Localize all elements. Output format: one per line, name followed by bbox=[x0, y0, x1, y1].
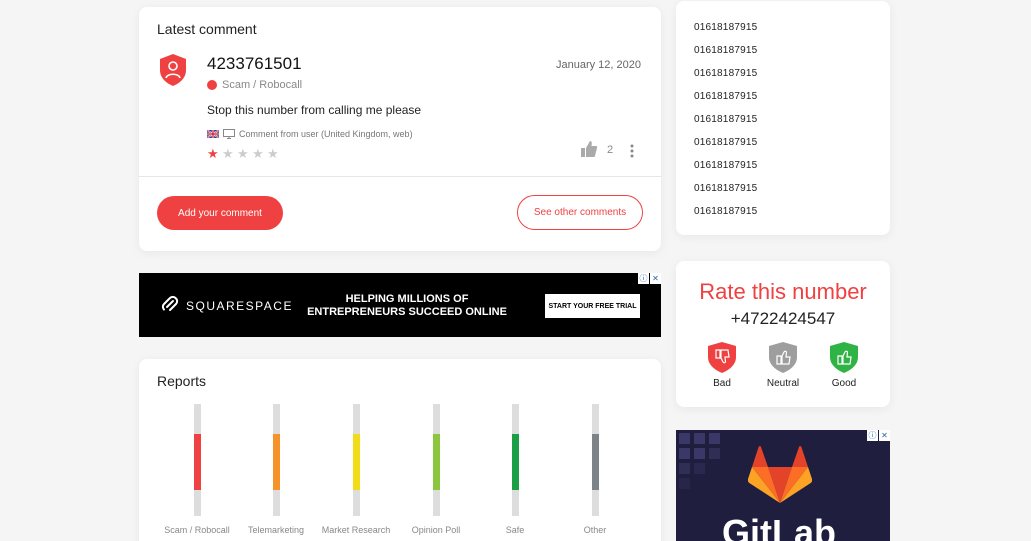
add-comment-button[interactable]: Add your comment bbox=[157, 196, 283, 230]
star-icon: ★ bbox=[237, 146, 250, 161]
ad-headline-line2: ENTREPRENEURS SUCCEED ONLINE bbox=[307, 306, 507, 318]
number-list-item[interactable]: 01618187915 bbox=[694, 160, 757, 183]
report-column: Other bbox=[555, 404, 635, 535]
reports-title: Reports bbox=[157, 373, 207, 389]
report-bar-track bbox=[272, 404, 280, 516]
squarespace-logo-icon bbox=[161, 295, 179, 311]
star-icon: ★ bbox=[267, 146, 280, 161]
rate-bad-button[interactable]: Bad bbox=[697, 341, 747, 389]
report-bar-fill bbox=[591, 434, 599, 490]
ad-info-icon[interactable]: ⓘ bbox=[867, 430, 878, 441]
thumb-down-icon bbox=[708, 342, 736, 373]
comment-category: Scam / Robocall bbox=[222, 79, 303, 91]
thumb-up-icon[interactable] bbox=[580, 140, 598, 158]
report-label: Scam / Robocall bbox=[164, 525, 230, 535]
more-options-icon[interactable] bbox=[627, 143, 637, 159]
number-list-item[interactable]: 01618187915 bbox=[694, 206, 757, 229]
rate-good-label: Good bbox=[831, 378, 857, 389]
gitlab-ad-banner[interactable]: GitLab ⓘ ✕ bbox=[676, 430, 890, 541]
thumb-up-icon bbox=[769, 342, 797, 373]
comment-meta-text: Comment from user (United Kingdom, web) bbox=[239, 129, 413, 139]
decorative-grid-pattern bbox=[679, 433, 720, 489]
ad-choices[interactable]: ⓘ ✕ bbox=[866, 430, 890, 441]
report-bar-fill bbox=[193, 434, 201, 490]
report-bar-track bbox=[193, 404, 201, 516]
report-column: Telemarketing bbox=[236, 404, 316, 535]
report-label: Telemarketing bbox=[247, 525, 305, 535]
rate-number-card: Rate this number +4722424547 Bad Neutral… bbox=[676, 261, 890, 407]
report-bar-track bbox=[432, 404, 440, 516]
like-count: 2 bbox=[607, 144, 614, 156]
rate-neutral-button[interactable]: Neutral bbox=[758, 341, 808, 389]
report-label: Opinion Poll bbox=[411, 525, 461, 535]
report-label: Safe bbox=[505, 525, 525, 535]
monitor-icon bbox=[223, 129, 235, 139]
ad-headline-line1: HELPING MILLIONS OF bbox=[345, 293, 469, 305]
user-shield-icon bbox=[160, 54, 186, 86]
rate-phone-number: +4722424547 bbox=[730, 309, 836, 328]
ad-brand-name: SQUARESPACE bbox=[186, 299, 293, 313]
comment-date: January 12, 2020 bbox=[555, 59, 641, 71]
report-bar-track bbox=[511, 404, 519, 516]
number-list-item[interactable]: 01618187915 bbox=[694, 45, 757, 68]
report-bar-fill bbox=[272, 434, 280, 490]
numbers-list-card: 01618187915 01618187915 01618187915 0161… bbox=[676, 1, 890, 235]
rate-good-button[interactable]: Good bbox=[819, 341, 869, 389]
latest-comment-card: Latest comment 4233761501 January 12, 20… bbox=[139, 7, 661, 251]
report-bar-track bbox=[352, 404, 360, 516]
report-bar-fill bbox=[352, 434, 360, 490]
ad-cta-button[interactable]: START YOUR FREE TRIAL bbox=[545, 294, 640, 318]
star-icon: ★ bbox=[252, 146, 265, 161]
report-column: Opinion Poll bbox=[396, 404, 476, 535]
uk-flag-icon bbox=[207, 130, 219, 138]
rate-bad-label: Bad bbox=[713, 378, 731, 389]
report-column: Scam / Robocall bbox=[157, 404, 237, 535]
divider bbox=[139, 176, 661, 177]
ad-headline: HELPING MILLIONS OF ENTREPRENEURS SUCCEE… bbox=[307, 293, 507, 319]
ad-close-icon[interactable]: ✕ bbox=[650, 273, 661, 284]
ad-info-icon[interactable]: ⓘ bbox=[638, 273, 649, 284]
latest-comment-title: Latest comment bbox=[157, 21, 257, 37]
number-list-item[interactable]: 01618187915 bbox=[694, 22, 757, 45]
gitlab-tanuki-logo-icon bbox=[748, 446, 812, 503]
report-label: Market Research bbox=[321, 525, 391, 535]
reports-card: Reports Scam / Robocall Telemarketing Ma… bbox=[139, 359, 661, 541]
star-icon: ★ bbox=[222, 146, 235, 161]
see-other-comments-button[interactable]: See other comments bbox=[517, 195, 643, 230]
report-column: Safe bbox=[475, 404, 555, 535]
number-list-item[interactable]: 01618187915 bbox=[694, 137, 757, 160]
rating-stars: ★ ★ ★ ★ ★ bbox=[207, 146, 282, 162]
thumb-up-icon bbox=[830, 342, 858, 373]
report-label: Other bbox=[583, 525, 607, 535]
rate-title: Rate this number bbox=[699, 279, 867, 304]
number-list-item[interactable]: 01618187915 bbox=[694, 68, 757, 91]
category-dot bbox=[207, 80, 217, 90]
ad-close-icon[interactable]: ✕ bbox=[879, 430, 890, 441]
number-list-item[interactable]: 01618187915 bbox=[694, 114, 757, 137]
report-bar-fill bbox=[432, 434, 440, 490]
rate-neutral-label: Neutral bbox=[766, 378, 800, 389]
report-bar-track bbox=[591, 404, 599, 516]
report-column: Market Research bbox=[316, 404, 396, 535]
number-list: 01618187915 01618187915 01618187915 0161… bbox=[694, 22, 757, 229]
comment-meta: Comment from user (United Kingdom, web) bbox=[207, 129, 413, 139]
number-list-item[interactable]: 01618187915 bbox=[694, 183, 757, 206]
gitlab-wordmark: GitLab bbox=[722, 512, 836, 541]
report-bar-fill bbox=[511, 434, 519, 490]
star-icon: ★ bbox=[207, 146, 220, 161]
squarespace-ad-banner[interactable]: SQUARESPACE HELPING MILLIONS OF ENTREPRE… bbox=[139, 273, 661, 337]
number-list-item[interactable]: 01618187915 bbox=[694, 91, 757, 114]
comment-phone-number[interactable]: 4233761501 bbox=[207, 54, 302, 74]
comment-text: Stop this number from calling me please bbox=[207, 103, 422, 117]
ad-choices[interactable]: ⓘ ✕ bbox=[637, 273, 661, 284]
